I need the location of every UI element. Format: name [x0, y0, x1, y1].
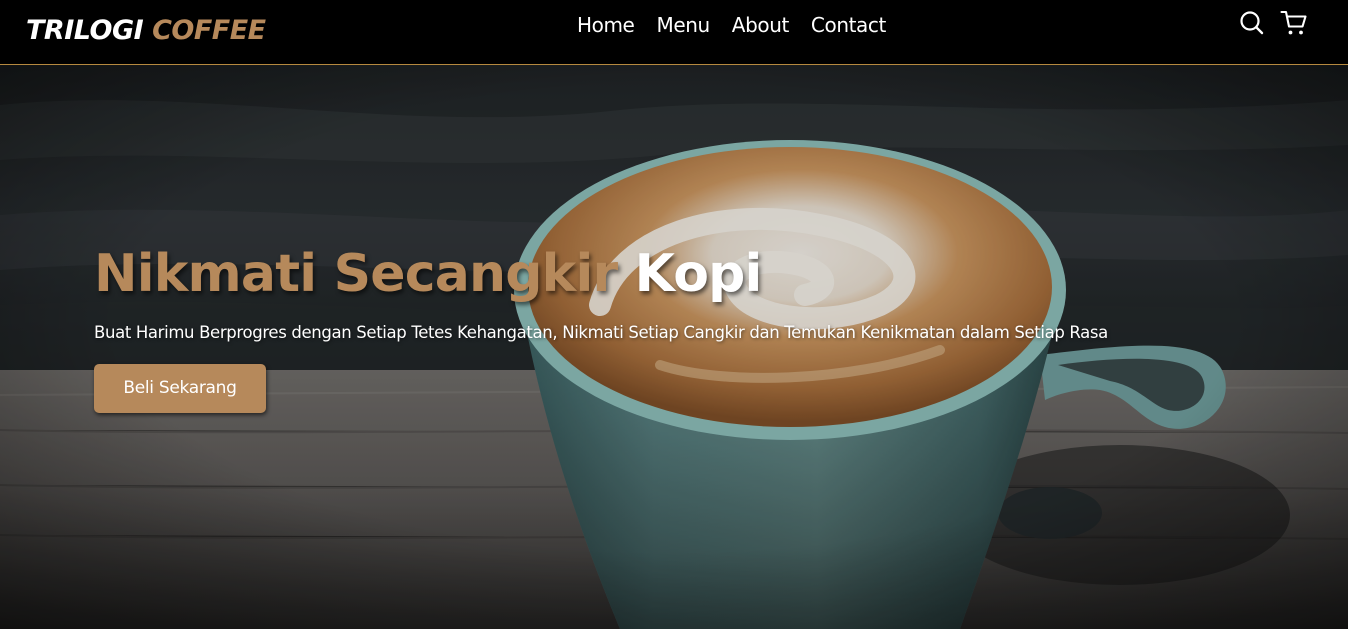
- nav-link-about[interactable]: About: [732, 13, 790, 37]
- nav-item-home: Home: [577, 12, 635, 38]
- nav-item-menu: Menu: [656, 12, 710, 38]
- nav-icons: [1238, 9, 1308, 37]
- shopping-cart-icon[interactable]: [1280, 9, 1308, 37]
- hero-title-accent: Nikmati Secangkir: [94, 244, 618, 304]
- page: TRILOGI COFFEE Home Menu About Contact N…: [0, 0, 1348, 629]
- hero-title-highlight: Kopi: [634, 244, 763, 304]
- logo-text-accent: COFFEE: [152, 15, 266, 46]
- nav-links: Home Menu About Contact: [577, 12, 886, 38]
- hero-subtitle: Buat Harimu Berprogres dengan Setiap Tet…: [94, 323, 1108, 342]
- nav-item-contact: Contact: [811, 12, 886, 38]
- nav-link-home[interactable]: Home: [577, 13, 635, 37]
- nav-link-menu[interactable]: Menu: [656, 13, 710, 37]
- nav-item-about: About: [732, 12, 790, 38]
- search-icon[interactable]: [1238, 9, 1266, 37]
- buy-now-button[interactable]: Beli Sekarang: [94, 364, 266, 413]
- brand-logo[interactable]: TRILOGI COFFEE: [26, 14, 266, 48]
- hero-title: Nikmati Secangkir Kopi: [94, 241, 1108, 307]
- navbar: TRILOGI COFFEE Home Menu About Contact: [0, 0, 1348, 65]
- hero-content: Nikmati Secangkir Kopi Buat Harimu Berpr…: [94, 241, 1108, 413]
- hero-section: Nikmati Secangkir Kopi Buat Harimu Berpr…: [0, 65, 1348, 629]
- logo-text-primary: TRILOGI: [26, 15, 144, 46]
- nav-link-contact[interactable]: Contact: [811, 13, 886, 37]
